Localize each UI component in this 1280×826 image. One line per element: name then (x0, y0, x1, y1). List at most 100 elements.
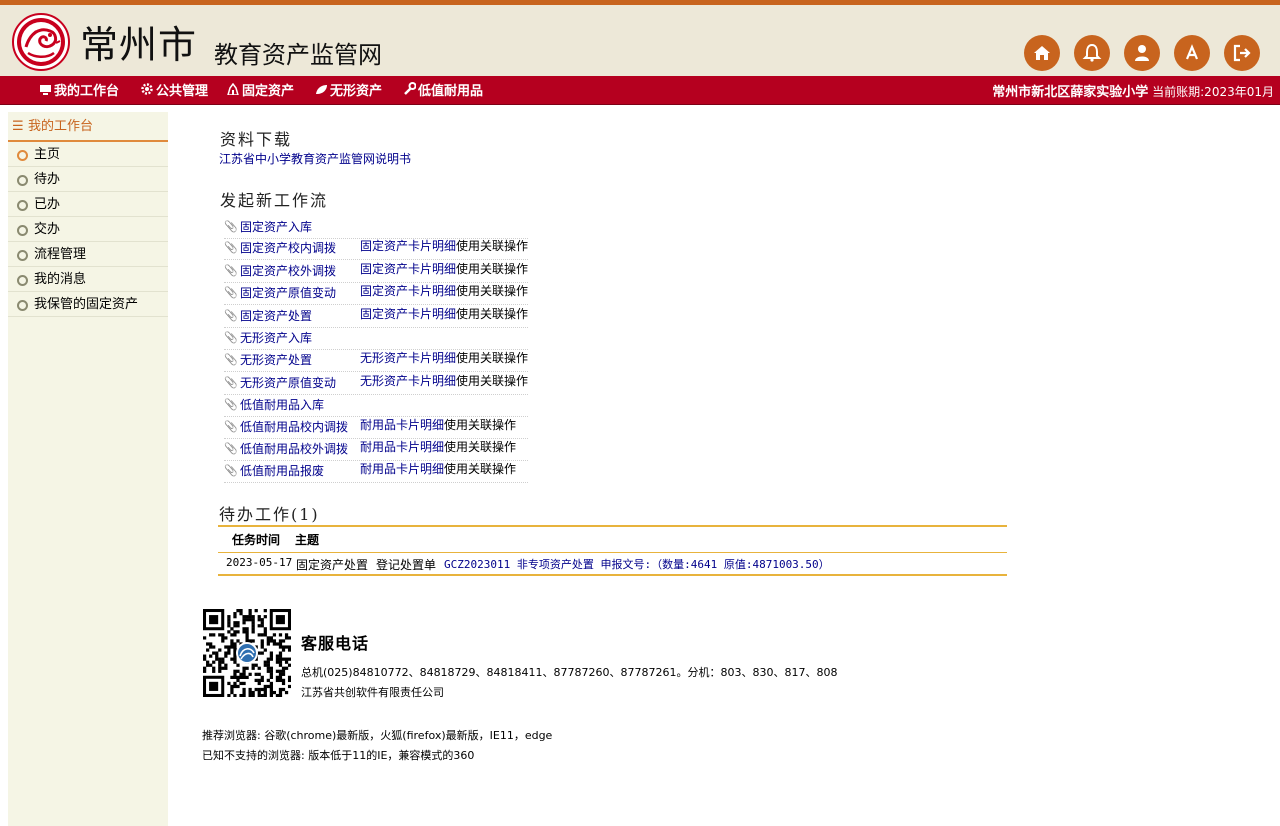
card-detail-group: 固定资产卡片明细使用关联操作 (360, 303, 528, 325)
sidebar-item-label: 已办 (34, 197, 61, 212)
site-name: 教育资产监管网 (214, 41, 382, 69)
manual-download-link[interactable]: 江苏省中小学教育资产监管网说明书 (219, 150, 411, 167)
start-workflow-link[interactable]: 低值耐用品校外调拨 (240, 438, 348, 460)
card-detail-link[interactable]: 固定资产卡片明细 (360, 284, 456, 298)
main-nav-bar: 我的工作台 公共管理 固定资产 无形资产 低值耐用品 常州市新北区薛家实验小学 … (0, 76, 1280, 105)
nav-fixed-assets[interactable]: 固定资产 (226, 76, 294, 104)
sidebar-item-my-messages[interactable]: 我的消息 (8, 267, 168, 292)
paperclip-icon: 📎 (224, 353, 238, 366)
workflow-row: 📎 无形资产原值变动 无形资产卡片明细使用关联操作 (224, 372, 528, 395)
nav-my-workbench[interactable]: 我的工作台 (38, 76, 119, 104)
circle-icon (17, 150, 28, 161)
service-title: 客服电话 (301, 634, 370, 653)
card-detail-link[interactable]: 耐用品卡片明细 (360, 440, 444, 454)
nav-intangible-assets[interactable]: 无形资产 (314, 76, 382, 104)
sidebar-item-pending[interactable]: 待办 (8, 167, 168, 192)
sidebar-item-done[interactable]: 已办 (8, 192, 168, 217)
table-row[interactable]: 2023-05-17 固定资产处置 登记处置单 GCZ2023011 非专项资产… (218, 552, 1007, 576)
circle-icon (17, 250, 28, 261)
workflow-row: 📎 低值耐用品报废 耐用品卡片明细使用关联操作 (224, 460, 528, 483)
logout-icon[interactable] (1224, 35, 1260, 71)
start-workflow-link[interactable]: 固定资产原值变动 (240, 282, 336, 304)
circle-icon (17, 300, 28, 311)
start-workflow-link[interactable]: 固定资产校内调拨 (240, 237, 336, 259)
card-detail-group: 无形资产卡片明细使用关联操作 (360, 370, 528, 392)
paperclip-icon: 📎 (224, 376, 238, 389)
home-icon[interactable] (1024, 35, 1060, 71)
workflow-row: 📎 无形资产处置 无形资产卡片明细使用关联操作 (224, 349, 528, 372)
paperclip-icon: 📎 (224, 398, 238, 411)
card-detail-link[interactable]: 固定资产卡片明细 (360, 307, 456, 321)
school-name: 常州市新北区薛家实验小学 (992, 85, 1149, 100)
sidebar-title: ☰ 我的工作台 (8, 112, 168, 142)
related-operation-text: 使用关联操作 (444, 440, 517, 454)
task-date: 2023-05-17 (226, 556, 293, 569)
sidebar-item-label: 我保管的固定资产 (34, 297, 139, 312)
nav-public-management-label: 公共管理 (156, 84, 209, 99)
related-operation-text: 使用关联操作 (456, 374, 529, 388)
sidebar-item-label: 流程管理 (34, 247, 87, 262)
sidebar-item-label: 交办 (34, 222, 61, 237)
start-workflow-link[interactable]: 无形资产入库 (240, 327, 312, 349)
sidebar-item-assigned[interactable]: 交办 (8, 217, 168, 242)
company-name: 江苏省共创软件有限责任公司 (301, 686, 444, 699)
start-workflow-link[interactable]: 低值耐用品入库 (240, 394, 324, 416)
paperclip-icon: 📎 (224, 220, 238, 233)
nav-public-management[interactable]: 公共管理 (140, 76, 208, 104)
related-operation-text: 使用关联操作 (456, 284, 529, 298)
task-step: 登记处置单 (376, 558, 437, 572)
menu-icon: ☰ (12, 119, 24, 134)
workflow-row: 📎 固定资产校内调拨 固定资产卡片明细使用关联操作 (224, 237, 528, 260)
card-detail-group: 耐用品卡片明细使用关联操作 (360, 458, 516, 480)
card-detail-link[interactable]: 耐用品卡片明细 (360, 418, 444, 432)
nav-low-value-items-label: 低值耐用品 (418, 84, 484, 99)
col-task-time: 任务时间 (232, 533, 281, 547)
monitor-icon (38, 76, 52, 106)
city-logo-dragon-icon (12, 13, 70, 71)
bell-icon[interactable] (1074, 35, 1110, 71)
card-detail-link[interactable]: 固定资产卡片明细 (360, 262, 456, 276)
start-workflow-link[interactable]: 低值耐用品校内调拨 (240, 416, 348, 438)
paperclip-icon: 📎 (224, 309, 238, 322)
current-period: 当前账期:2023年01月 (1152, 85, 1274, 99)
paperclip-icon: 📎 (224, 286, 238, 299)
sidebar-title-label: 我的工作台 (28, 119, 94, 134)
card-detail-link[interactable]: 无形资产卡片明细 (360, 351, 456, 365)
start-workflow-link[interactable]: 无形资产处置 (240, 349, 312, 371)
start-workflow-link[interactable]: 固定资产处置 (240, 305, 312, 327)
recommended-browsers: 推荐浏览器: 谷歌(chrome)最新版，火狐(firefox)最新版，IE11… (202, 729, 553, 742)
nav-low-value-items[interactable]: 低值耐用品 (402, 76, 483, 104)
card-detail-link[interactable]: 固定资产卡片明细 (360, 239, 456, 253)
nav-my-workbench-label: 我的工作台 (54, 84, 120, 99)
start-workflow-link[interactable]: 固定资产校外调拨 (240, 260, 336, 282)
qr-code (203, 609, 291, 697)
task-detail-link[interactable]: GCZ2023011 非专项资产处置 申报文号:（数量:4641 原值:4871… (444, 556, 830, 572)
workflow-title: 发起新工作流 (220, 191, 329, 210)
start-workflow-link[interactable]: 无形资产原值变动 (240, 372, 336, 394)
card-detail-link[interactable]: 无形资产卡片明细 (360, 374, 456, 388)
font-icon[interactable] (1174, 35, 1210, 71)
start-workflow-link[interactable]: 固定资产入库 (240, 216, 312, 238)
sidebar-item-my-fixed-assets[interactable]: 我保管的固定资产 (8, 292, 168, 317)
sidebar-item-process-management[interactable]: 流程管理 (8, 242, 168, 267)
leaf-icon (314, 76, 328, 106)
header: 常州市 教育资产监管网 (0, 5, 1280, 76)
card-detail-group: 无形资产卡片明细使用关联操作 (360, 347, 528, 369)
paperclip-icon: 📎 (224, 420, 238, 433)
downloads-title: 资料下载 (220, 130, 293, 149)
related-operation-text: 使用关联操作 (456, 307, 529, 321)
card-detail-group: 固定资产卡片明细使用关联操作 (360, 280, 528, 302)
sidebar-item-home[interactable]: 主页 (8, 142, 168, 167)
city-name: 常州市 (80, 23, 198, 67)
circle-icon (17, 200, 28, 211)
circle-icon (17, 225, 28, 236)
circle-icon (17, 275, 28, 286)
start-workflow-link[interactable]: 低值耐用品报废 (240, 460, 324, 482)
todo-title: 待办工作(1) (219, 505, 320, 524)
col-subject: 主题 (295, 533, 320, 547)
paperclip-icon: 📎 (224, 331, 238, 344)
card-detail-link[interactable]: 耐用品卡片明细 (360, 462, 444, 476)
workflow-row: 📎 固定资产处置 固定资产卡片明细使用关联操作 (224, 305, 528, 328)
gear-icon (140, 76, 154, 106)
user-icon[interactable] (1124, 35, 1160, 71)
